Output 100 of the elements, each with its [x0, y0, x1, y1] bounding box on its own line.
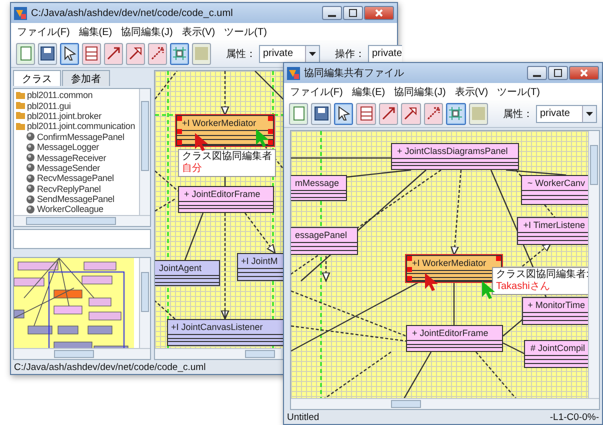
horizontal-scrollbar[interactable] [155, 348, 281, 359]
close-icon [375, 9, 383, 17]
grid-toggle-button[interactable] [170, 42, 189, 64]
color-button[interactable] [468, 102, 488, 124]
save-button[interactable] [311, 102, 331, 124]
tree-item[interactable]: RecvMessagePanel [16, 173, 139, 184]
status-text: Untitled [287, 412, 320, 422]
tree-item[interactable]: pbl2011.joint.communication [16, 121, 139, 132]
class-node[interactable]: +I TimerListene [517, 217, 588, 245]
dropdown-button[interactable] [305, 46, 319, 62]
selection-handle[interactable] [268, 140, 273, 145]
hollow-arrow-icon [127, 45, 144, 62]
horizontal-scrollbar[interactable] [14, 215, 150, 226]
vertical-scrollbar[interactable] [139, 258, 150, 348]
class-node[interactable]: +I JointCanvasListener [167, 319, 284, 346]
menu-item[interactable]: ファイル(F) [17, 24, 70, 38]
generalization-tool-button[interactable] [401, 102, 421, 124]
color-swatch-icon [470, 105, 487, 122]
dependency-tool-button[interactable] [148, 42, 167, 64]
select-tool-button[interactable] [60, 42, 79, 64]
class-node[interactable]: +I JointM [237, 253, 284, 281]
class-node[interactable]: + MonitorTime [522, 297, 588, 325]
menu-item[interactable]: ファイル(F) [290, 84, 343, 98]
new-document-button[interactable] [16, 42, 35, 64]
horizontal-scrollbar[interactable] [291, 398, 599, 409]
color-swatch-icon [193, 45, 210, 62]
sphere-icon [26, 163, 35, 172]
close-button[interactable] [364, 6, 394, 20]
menu-item[interactable]: 協同編集(J) [121, 24, 173, 38]
association-tool-button[interactable] [104, 42, 123, 64]
dependency-tool-button[interactable] [424, 102, 444, 124]
operation-field[interactable]: private [368, 44, 402, 62]
tree-item[interactable]: ConfirmMessagePanel [16, 132, 139, 142]
menu-item[interactable]: 表示(V) [454, 84, 488, 98]
class-node[interactable]: + JointEditorFrame [406, 325, 503, 352]
association-tool-button[interactable] [378, 102, 398, 124]
selection-handle[interactable] [177, 116, 182, 121]
selection-handle[interactable] [496, 256, 501, 261]
class-node[interactable]: essagePanel [291, 227, 358, 255]
menu-item[interactable]: ツール(T) [497, 84, 540, 98]
menu-item[interactable]: 表示(V) [182, 24, 216, 38]
menu-item[interactable]: 編集(E) [78, 24, 112, 38]
attribute-dropdown[interactable]: private [536, 104, 597, 122]
class-node[interactable]: + JointEditorFrame [178, 186, 274, 213]
minimize-button[interactable] [527, 66, 547, 80]
class-node[interactable]: JointAgent [155, 260, 220, 286]
tree-item[interactable]: SendMessagePanel [16, 194, 139, 204]
class-node[interactable]: mMessage [291, 175, 347, 201]
tab[interactable]: 参加者 [62, 70, 110, 86]
tab[interactable]: クラス [13, 70, 61, 86]
class-node[interactable]: +I WorkerMediator [176, 115, 274, 146]
sphere-icon [26, 132, 35, 142]
class-name: essagePanel [291, 228, 357, 243]
sphere-icon [26, 184, 35, 194]
vertical-scrollbar[interactable] [588, 131, 599, 398]
class-tool-button[interactable] [356, 102, 376, 124]
close-button[interactable] [569, 66, 599, 80]
horizontal-scrollbar[interactable] [14, 348, 150, 359]
tree-item[interactable]: WorkerColleague [16, 204, 139, 215]
menu-item[interactable]: ツール(T) [224, 24, 267, 38]
tree-item[interactable]: MessageLogger [16, 142, 139, 152]
selection-handle[interactable] [177, 128, 182, 134]
cursor-icon [194, 133, 208, 151]
maximize-button[interactable] [548, 66, 568, 80]
tree-item[interactable]: pbl2011.common [16, 90, 139, 100]
selection-handle[interactable] [407, 256, 412, 261]
grid-toggle-button[interactable] [446, 102, 466, 124]
class-tool-button[interactable] [82, 42, 101, 64]
menu-item[interactable]: 編集(E) [352, 84, 386, 98]
class-node[interactable]: + JointClassDiagramsPanel [391, 143, 519, 170]
save-button[interactable] [38, 42, 57, 64]
app-icon [14, 6, 27, 20]
selection-handle[interactable] [268, 128, 273, 134]
arrow-icon [424, 105, 442, 122]
class-name: JointAgent [155, 261, 219, 276]
new-document-button[interactable] [289, 102, 308, 124]
menu-item[interactable]: 協同編集(J) [394, 84, 446, 98]
generalization-tool-button[interactable] [126, 42, 145, 64]
vertical-scrollbar[interactable] [139, 89, 150, 215]
selection-handle[interactable] [177, 140, 182, 145]
field-label: 操作： [335, 48, 365, 60]
class-name: + JointEditorFrame [407, 326, 502, 341]
class-node[interactable]: ~ WorkerCanv [521, 175, 588, 205]
minimize-button[interactable] [322, 6, 342, 20]
editor-name: 自分 [182, 163, 203, 175]
selection-handle[interactable] [268, 116, 273, 121]
arrow-icon [380, 105, 397, 122]
tree-item[interactable]: MessageSender [16, 162, 139, 174]
dropdown-button[interactable] [582, 106, 596, 122]
tree-item[interactable]: pbl2011.gui [16, 100, 139, 111]
attribute-dropdown[interactable]: private [259, 44, 320, 62]
editor-name: Takashiさん [496, 281, 551, 293]
maximize-button[interactable] [343, 6, 363, 20]
tree-item[interactable]: RecvReplyPanel [16, 184, 139, 194]
class-node[interactable]: # JointCompil [524, 340, 588, 368]
tree-item[interactable]: MessageReceiver [16, 152, 139, 163]
color-button[interactable] [192, 42, 211, 64]
tree-item[interactable]: pbl2011.joint.broker [16, 110, 139, 122]
hollow-arrow-icon [402, 105, 420, 122]
select-tool-button[interactable] [334, 102, 354, 124]
